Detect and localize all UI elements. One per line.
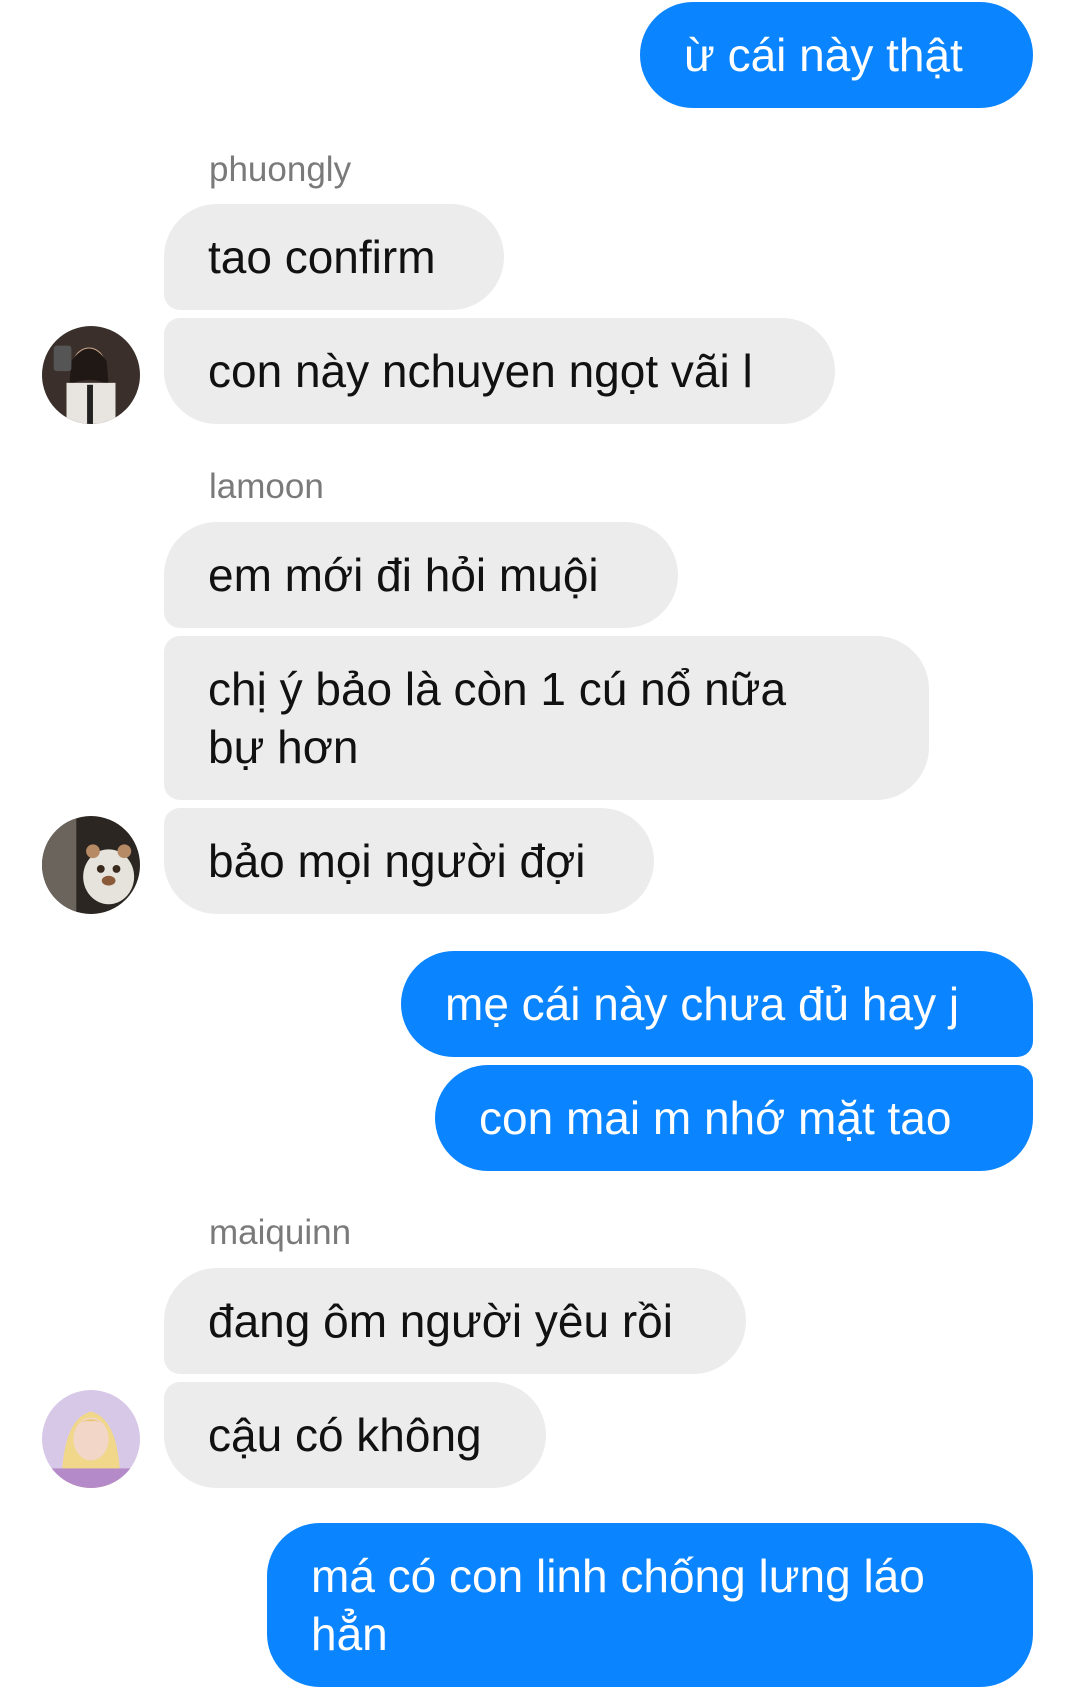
incoming-message-bubble[interactable]: chị ý bảo là còn 1 cú nổ nữa bự hơn — [164, 636, 929, 800]
incoming-message-bubble[interactable]: tao confirm — [164, 204, 504, 310]
incoming-message-bubble[interactable]: cậu có không — [164, 1382, 546, 1488]
incoming-message-bubble[interactable]: bảo mọi người đợi — [164, 808, 654, 914]
sender-name: phuongly — [209, 150, 352, 189]
outgoing-message-bubble[interactable]: má có con linh chống lưng láo hẳn — [267, 1523, 1033, 1687]
message-text: con mai m nhớ mặt tao — [479, 1092, 952, 1144]
avatar-image — [42, 1390, 140, 1488]
outgoing-message-bubble[interactable]: ừ cái này thật — [640, 2, 1033, 108]
outgoing-message-bubble[interactable]: con mai m nhớ mặt tao — [435, 1065, 1033, 1171]
message-text: ừ cái này thật — [684, 29, 963, 81]
avatar-image — [42, 816, 140, 914]
message-text: tao confirm — [208, 231, 436, 283]
message-text: đang ôm người yêu rồi — [208, 1295, 673, 1347]
incoming-message-bubble[interactable]: đang ôm người yêu rồi — [164, 1268, 746, 1374]
outgoing-message-bubble[interactable]: mẹ cái này chưa đủ hay j — [401, 951, 1033, 1057]
avatar-lamoon[interactable] — [42, 816, 140, 914]
message-text: bảo mọi người đợi — [208, 835, 586, 887]
avatar-maiquinn[interactable] — [42, 1390, 140, 1488]
message-text: em mới đi hỏi muội — [208, 549, 599, 601]
message-text: mẹ cái này chưa đủ hay j — [445, 978, 960, 1030]
avatar-phuongly[interactable] — [42, 326, 140, 424]
incoming-message-bubble[interactable]: em mới đi hỏi muội — [164, 522, 678, 628]
sender-name: maiquinn — [209, 1213, 352, 1252]
message-text: chị ý bảo là còn 1 cú nổ nữa bự hơn — [208, 663, 787, 773]
message-text: cậu có không — [208, 1409, 482, 1461]
message-text: con này nchuyen ngọt vãi l — [208, 345, 753, 397]
sender-name: lamoon — [209, 467, 324, 506]
message-text: má có con linh chống lưng láo hẳn — [311, 1550, 925, 1660]
avatar-image — [42, 326, 140, 424]
incoming-message-bubble[interactable]: con này nchuyen ngọt vãi l — [164, 318, 835, 424]
